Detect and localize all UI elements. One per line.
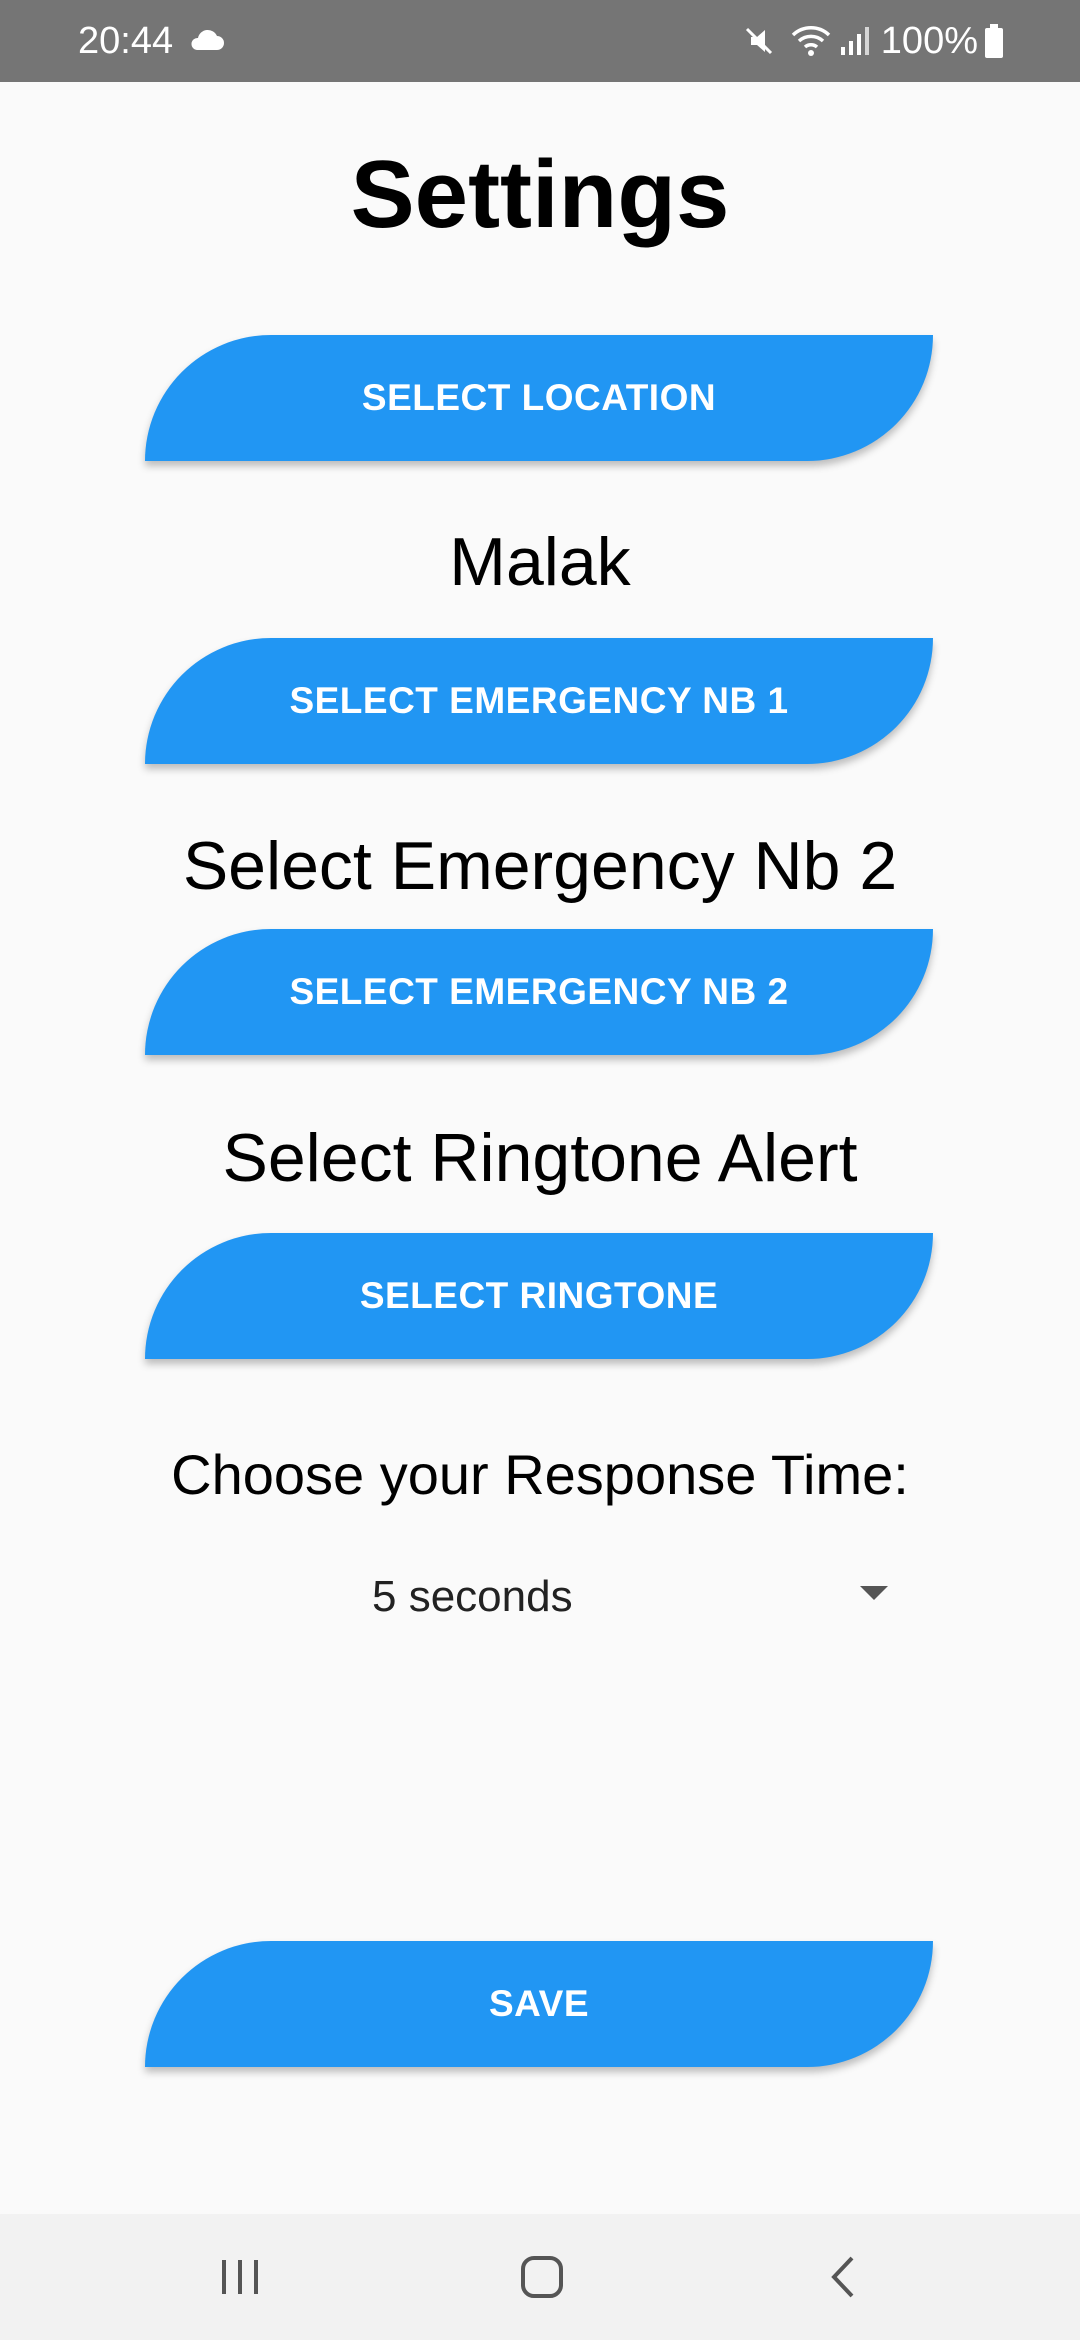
- home-icon[interactable]: [512, 2250, 572, 2304]
- back-icon[interactable]: [814, 2250, 874, 2304]
- select-ringtone-button[interactable]: SELECT RINGTONE: [145, 1233, 933, 1359]
- navigation-bar: [0, 2214, 1080, 2340]
- mute-icon: [745, 27, 772, 55]
- select-emergency-2-button[interactable]: SELECT EMERGENCY NB 2: [145, 929, 933, 1055]
- wifi-icon: [791, 26, 831, 56]
- battery-percent: 100%: [880, 20, 978, 62]
- status-time: 20:44: [78, 20, 174, 62]
- select-emergency-1-button[interactable]: SELECT EMERGENCY NB 1: [145, 638, 933, 764]
- signal-icon: [840, 27, 869, 55]
- page-title: Settings: [350, 141, 730, 248]
- emergency-2-value: Select Emergency Nb 2: [182, 828, 898, 904]
- cloud-icon: [191, 29, 224, 50]
- save-button[interactable]: SAVE: [145, 1941, 933, 2067]
- status-icons: 100%: [741, 18, 1004, 64]
- ringtone-value: Select Ringtone Alert: [222, 1120, 858, 1196]
- response-time-label: Choose your Response Time:: [171, 1443, 909, 1506]
- emergency-1-value: Malak: [449, 524, 631, 600]
- select-location-button[interactable]: SELECT LOCATION: [145, 335, 933, 461]
- dropdown-arrow-icon: [860, 1586, 888, 1600]
- recent-apps-icon[interactable]: [210, 2250, 270, 2304]
- response-time-dropdown[interactable]: 5 seconds: [340, 1562, 900, 1632]
- status-bar: 20:44 100%: [0, 0, 1080, 82]
- battery-icon: [985, 24, 1003, 58]
- response-time-selected: 5 seconds: [372, 1572, 573, 1621]
